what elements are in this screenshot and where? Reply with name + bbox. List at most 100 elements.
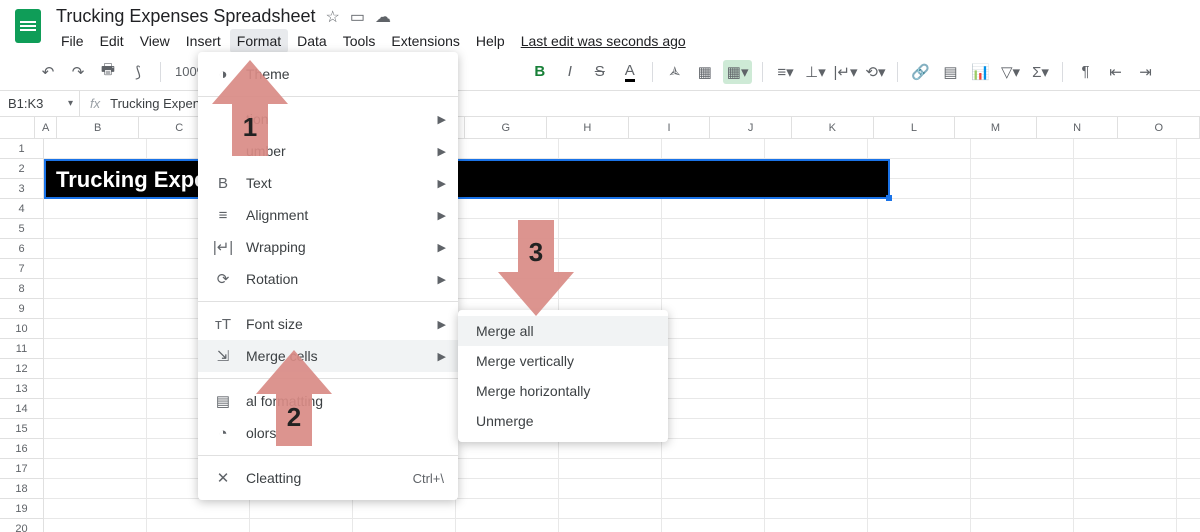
merge-cells-submenu: Merge allMerge verticallyMerge horizonta… (458, 310, 668, 442)
merged-title-cell[interactable]: Trucking Expenses Spreadsheet (44, 159, 890, 199)
menu-item-icon: ≡ (212, 207, 234, 224)
sheets-logo[interactable] (8, 6, 48, 46)
print-button[interactable]: 🖶 (96, 60, 120, 84)
format-menu-item[interactable]: ⟳Rotation▶ (198, 263, 458, 295)
chevron-down-icon: ▾ (68, 98, 79, 109)
name-box[interactable]: B1:K3 ▾ (0, 91, 80, 116)
insert-chart-button[interactable]: 📊 (968, 60, 992, 84)
text-color-button[interactable]: A (618, 60, 642, 84)
row-header-9[interactable]: 9 (0, 299, 44, 319)
column-header-A[interactable]: A (35, 117, 57, 138)
menu-format[interactable]: Format (230, 29, 288, 53)
merge-cells-button[interactable]: ▦▾ (723, 60, 753, 84)
menu-item-label: Text (246, 175, 272, 191)
row-header-6[interactable]: 6 (0, 239, 44, 259)
paint-format-button[interactable]: ⟆ (126, 60, 150, 84)
menu-view[interactable]: View (133, 29, 177, 53)
format-menu-item[interactable]: |↵|Wrapping▶ (198, 231, 458, 263)
row-header-17[interactable]: 17 (0, 459, 44, 479)
row-header-14[interactable]: 14 (0, 399, 44, 419)
merge-submenu-item[interactable]: Merge all (458, 316, 668, 346)
row-header-3[interactable]: 3 (0, 179, 44, 199)
menu-tools[interactable]: Tools (336, 29, 383, 53)
column-header-K[interactable]: K (792, 117, 874, 138)
menu-item-icon: ⟳ (212, 270, 234, 288)
column-header-L[interactable]: L (874, 117, 956, 138)
menu-item-icon: ⇲ (212, 347, 234, 365)
row-header-12[interactable]: 12 (0, 359, 44, 379)
text-rotation-button[interactable]: ⟲▾ (863, 60, 887, 84)
column-header-N[interactable]: N (1037, 117, 1119, 138)
menu-file[interactable]: File (54, 29, 91, 53)
insert-link-button[interactable]: 🔗 (908, 60, 932, 84)
undo-button[interactable]: ↶ (36, 60, 60, 84)
column-header-M[interactable]: M (955, 117, 1037, 138)
strikethrough-button[interactable]: S (588, 60, 612, 84)
column-header-H[interactable]: H (547, 117, 629, 138)
row-header-19[interactable]: 19 (0, 499, 44, 519)
borders-button[interactable]: ▦ (693, 60, 717, 84)
toolbar: ↶ ↷ 🖶 ⟆ 100%▾ B I S A 🟃 ▦ ▦▾ ≡▾ ⊥▾ |↵▾ ⟲… (0, 53, 1200, 91)
bold-button[interactable]: B (528, 60, 552, 84)
menu-extensions[interactable]: Extensions (384, 29, 466, 53)
menu-data[interactable]: Data (290, 29, 334, 53)
star-icon[interactable]: ☆ (325, 7, 339, 27)
doc-title[interactable]: Trucking Expenses Spreadsheet (56, 6, 315, 27)
menu-item-icon: ✕ (212, 469, 234, 487)
menu-item-icon: тT (212, 316, 234, 333)
ltr-increase-button[interactable]: ⇥ (1133, 60, 1157, 84)
cloud-icon[interactable]: ☁ (375, 7, 391, 27)
insert-comment-button[interactable]: ▤ (938, 60, 962, 84)
menu-item-label: Font size (246, 316, 303, 332)
menu-edit[interactable]: Edit (93, 29, 131, 53)
menu-item-label: Cleatting (246, 470, 301, 486)
merge-submenu-item[interactable]: Unmerge (458, 406, 668, 436)
column-header-B[interactable]: B (57, 117, 139, 138)
move-icon[interactable]: ▭ (350, 7, 365, 27)
format-menu-item[interactable]: ≡Alignment▶ (198, 199, 458, 231)
row-header-2[interactable]: 2 (0, 159, 44, 179)
format-menu-item[interactable]: ✕ Cleatting Ctrl+\ (198, 462, 458, 494)
row-header-5[interactable]: 5 (0, 219, 44, 239)
row-header-10[interactable]: 10 (0, 319, 44, 339)
row-header-13[interactable]: 13 (0, 379, 44, 399)
horizontal-align-button[interactable]: ≡▾ (773, 60, 797, 84)
row-header-16[interactable]: 16 (0, 439, 44, 459)
menu-insert[interactable]: Insert (179, 29, 228, 53)
last-edit-link[interactable]: Last edit was seconds ago (514, 29, 693, 53)
chevron-right-icon: ▶ (438, 177, 446, 190)
menu-shortcut: Ctrl+\ (413, 471, 444, 486)
row-header-4[interactable]: 4 (0, 199, 44, 219)
merge-submenu-item[interactable]: Merge horizontally (458, 376, 668, 406)
rtl-button[interactable]: ¶ (1073, 60, 1097, 84)
chevron-right-icon: ▶ (438, 145, 446, 158)
column-header-J[interactable]: J (710, 117, 792, 138)
row-header-11[interactable]: 11 (0, 339, 44, 359)
ltr-decrease-button[interactable]: ⇤ (1103, 60, 1127, 84)
fill-color-button[interactable]: 🟃 (663, 60, 687, 84)
row-header-8[interactable]: 8 (0, 279, 44, 299)
menu-help[interactable]: Help (469, 29, 512, 53)
menu-item-label: Alignment (246, 207, 308, 223)
row-header-20[interactable]: 20 (0, 519, 44, 532)
create-filter-button[interactable]: ▽▾ (998, 60, 1022, 84)
chevron-right-icon: ▶ (438, 113, 446, 126)
functions-button[interactable]: Σ▾ (1028, 60, 1052, 84)
row-header-1[interactable]: 1 (0, 139, 44, 159)
italic-button[interactable]: I (558, 60, 582, 84)
merge-submenu-item[interactable]: Merge vertically (458, 346, 668, 376)
row-header-7[interactable]: 7 (0, 259, 44, 279)
vertical-align-button[interactable]: ⊥▾ (803, 60, 827, 84)
format-menu-item[interactable]: BText▶ (198, 167, 458, 199)
format-menu-item[interactable]: тT Font size ▶ (198, 308, 458, 340)
menu-item-label: Rotation (246, 271, 298, 287)
redo-button[interactable]: ↷ (66, 60, 90, 84)
menu-item-icon: |↵| (212, 238, 234, 256)
column-header-O[interactable]: O (1118, 117, 1200, 138)
row-header-18[interactable]: 18 (0, 479, 44, 499)
row-header-15[interactable]: 15 (0, 419, 44, 439)
text-wrap-button[interactable]: |↵▾ (833, 60, 857, 84)
chevron-right-icon: ▶ (438, 318, 446, 331)
column-header-I[interactable]: I (629, 117, 711, 138)
column-header-G[interactable]: G (465, 117, 547, 138)
